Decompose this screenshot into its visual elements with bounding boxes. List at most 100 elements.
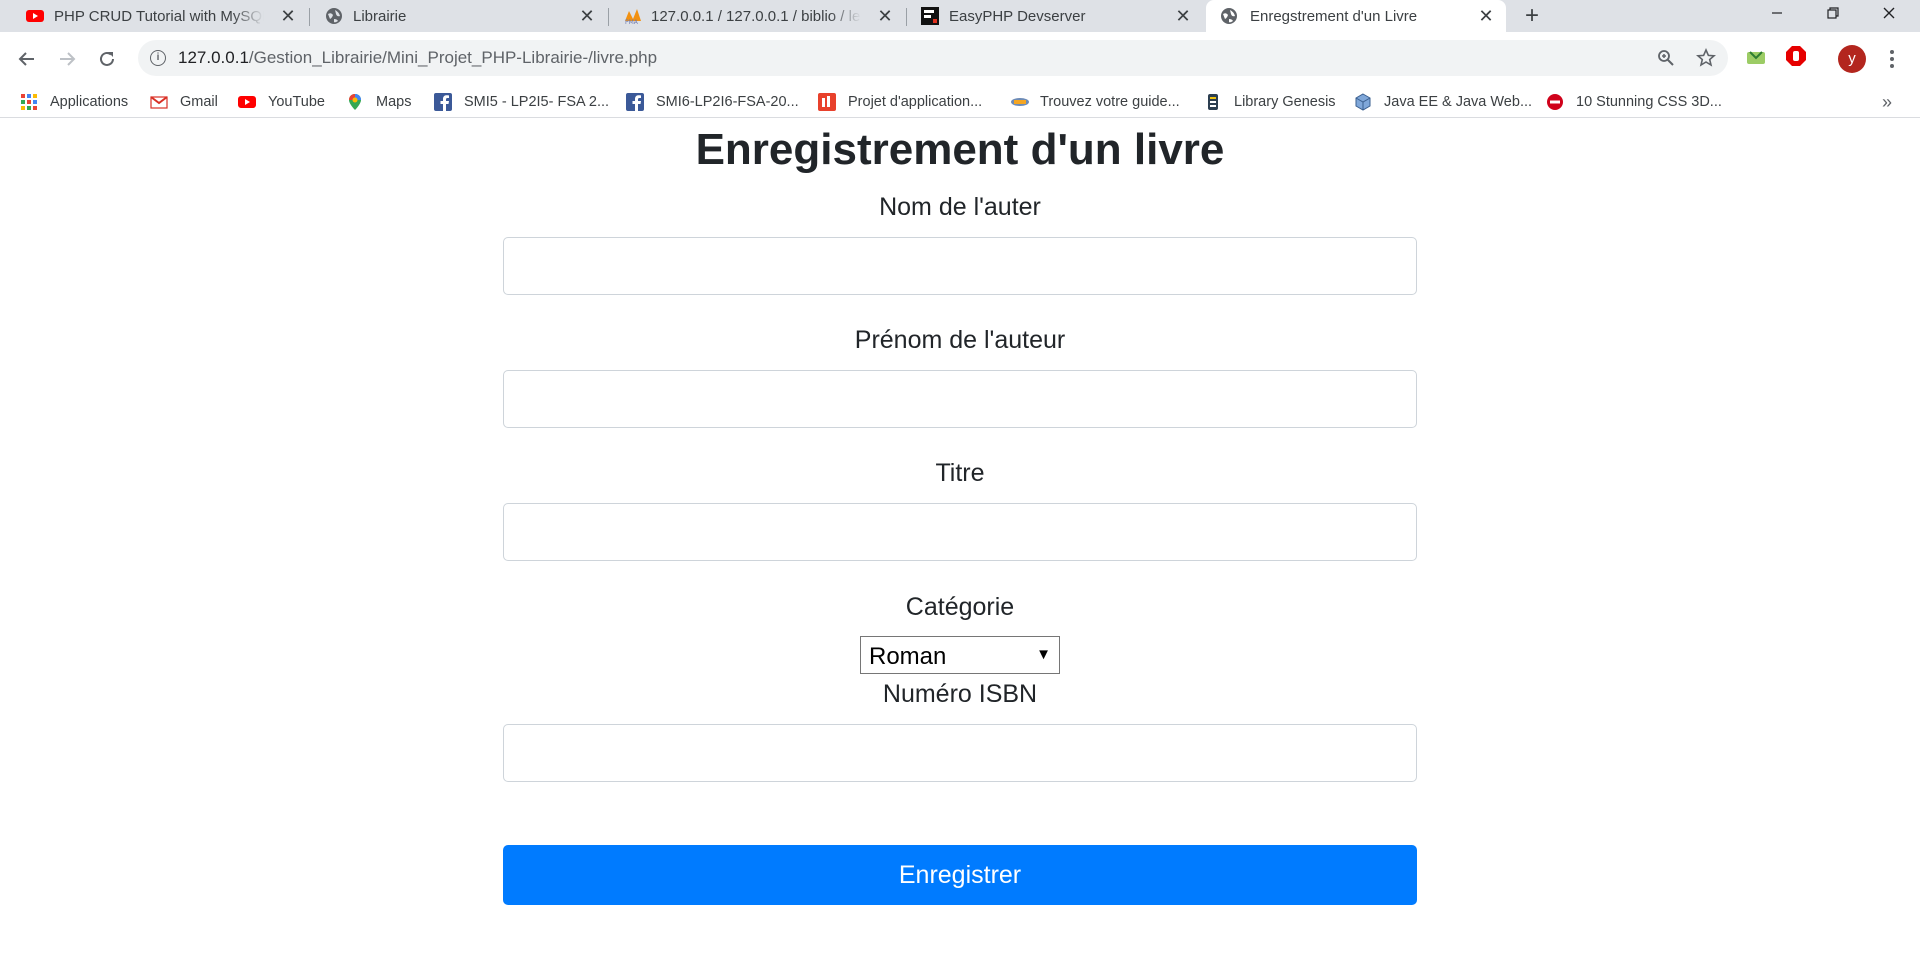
url-host: 127.0.0.1	[178, 48, 249, 67]
address-bar[interactable]: i 127.0.0.1/Gestion_Librairie/Mini_Proje…	[138, 40, 1728, 76]
minimize-button[interactable]	[1754, 0, 1800, 28]
bookmark-label: Trouvez votre guide...	[1040, 94, 1180, 110]
categorie-label: Catégorie	[905, 593, 1015, 621]
bookmark-star-icon[interactable]	[1694, 46, 1718, 70]
browser-toolbar: i 127.0.0.1/Gestion_Librairie/Mini_Proje…	[0, 32, 1920, 86]
bookmark-label: SMI6-LP2I6-FSA-20...	[656, 94, 799, 110]
extension-inbox-icon[interactable]	[1744, 44, 1770, 70]
tab-title: Librairie	[353, 7, 407, 25]
bookmark-css-3d[interactable]: 10 Stunning CSS 3D...	[1546, 86, 1722, 118]
bookmark-label: Applications	[50, 94, 129, 110]
bookmark-java-ee[interactable]: Java EE & Java Web...	[1354, 86, 1532, 118]
bookmark-applications[interactable]: Applications	[20, 86, 128, 118]
maps-pin-icon	[346, 93, 364, 111]
back-arrow-icon	[18, 52, 34, 66]
back-button[interactable]	[12, 44, 42, 74]
kebab-menu-icon	[1890, 50, 1894, 68]
red-app-icon	[818, 93, 836, 111]
minimize-icon	[1772, 12, 1782, 14]
close-icon[interactable]: ✕	[1476, 6, 1496, 26]
bookmark-trouvez-guide[interactable]: Trouvez votre guide...	[1010, 86, 1180, 118]
bookmark-label: Projet d'application...	[848, 94, 983, 110]
bookmark-library-genesis[interactable]: Library Genesis	[1204, 86, 1336, 118]
globe-icon	[1220, 7, 1238, 25]
titre-input[interactable]	[503, 503, 1417, 561]
page-title: Enregistrement d'un livre	[695, 125, 1225, 174]
bookmark-gmail[interactable]: Gmail	[150, 86, 218, 118]
tab-separator	[906, 8, 907, 26]
close-window-button[interactable]	[1866, 0, 1912, 28]
bookmark-maps[interactable]: Maps	[346, 86, 411, 118]
categorie-selected-value: Roman	[869, 643, 947, 670]
browser-menu-button[interactable]	[1880, 44, 1904, 74]
bookmark-label: Java EE & Java Web...	[1384, 94, 1533, 110]
restore-button[interactable]	[1810, 0, 1856, 28]
bookmark-label: YouTube	[268, 94, 325, 110]
zoom-icon[interactable]	[1654, 46, 1678, 70]
youtube-icon	[238, 93, 256, 111]
isbn-label: Numéro ISBN	[882, 680, 1038, 708]
tab-easyphp[interactable]: EasyPHP Devserver ✕	[921, 0, 1193, 32]
close-icon[interactable]: ✕	[278, 6, 298, 26]
bookmark-smi5[interactable]: SMI5 - LP2I5- FSA 2...	[434, 86, 609, 118]
reload-icon	[100, 51, 114, 66]
enregistrer-button[interactable]: Enregistrer	[503, 845, 1417, 905]
nom-auteur-label: Nom de l'auter	[879, 193, 1041, 221]
tab-separator	[608, 8, 609, 26]
tab-separator	[309, 8, 310, 26]
bookmarks-overflow-button[interactable]: »	[1882, 86, 1892, 118]
close-icon[interactable]: ✕	[875, 6, 895, 26]
bookmark-label: Gmail	[180, 94, 218, 110]
url-text[interactable]: 127.0.0.1/Gestion_Librairie/Mini_Projet_…	[178, 40, 657, 76]
libgen-icon	[1204, 93, 1222, 111]
browser-tabstrip: PHP CRUD Tutorial with MySQL & PHP ✕ Lib…	[0, 0, 1920, 32]
bookmark-smi6[interactable]: SMI6-LP2I6-FSA-20...	[626, 86, 799, 118]
easyphp-icon	[921, 7, 939, 25]
adblock-extension-icon[interactable]	[1784, 44, 1810, 70]
restore-icon	[1827, 7, 1839, 19]
dropdown-arrow-icon: ▼	[1036, 646, 1051, 663]
phpmyadmin-icon: PMA	[623, 7, 641, 26]
tab-phpmyadmin[interactable]: PMA 127.0.0.1 / 127.0.0.1 / biblio / lec…	[623, 0, 895, 32]
page-content: Enregistrement d'un livre Nom de l'auter…	[0, 118, 1920, 958]
bookmark-youtube[interactable]: YouTube	[238, 86, 325, 118]
svg-text:PMA: PMA	[625, 19, 639, 25]
prenom-auteur-input[interactable]	[503, 370, 1417, 428]
tab-php-crud[interactable]: PHP CRUD Tutorial with MySQL & PHP ✕	[26, 0, 298, 32]
close-icon[interactable]: ✕	[1173, 6, 1193, 26]
titre-label: Titre	[935, 459, 985, 487]
cube-icon	[1354, 93, 1372, 111]
guide-icon	[1010, 93, 1029, 111]
isbn-input[interactable]	[503, 724, 1417, 782]
tab-title: EasyPHP Devserver	[949, 7, 1086, 25]
profile-avatar[interactable]: y	[1838, 45, 1866, 73]
no-entry-icon	[1546, 93, 1564, 111]
tab-librairie[interactable]: Librairie ✕	[325, 0, 597, 32]
bookmarks-bar: Applications Gmail YouTube Maps SMI5 - L…	[0, 86, 1920, 118]
nom-auteur-input[interactable]	[503, 237, 1417, 295]
apps-grid-icon	[20, 93, 38, 111]
tab-title: 127.0.0.1 / 127.0.0.1 / biblio / lecteur	[651, 7, 861, 25]
forward-arrow-icon	[60, 52, 76, 66]
bookmark-label: Maps	[376, 94, 412, 110]
facebook-icon	[434, 93, 452, 111]
bookmark-label: Library Genesis	[1234, 94, 1336, 110]
tab-title: Enregstrement d'un Livre	[1250, 7, 1418, 25]
tab-enregistrement-livre[interactable]: Enregstrement d'un Livre ✕	[1206, 0, 1506, 32]
prenom-auteur-label: Prénom de l'auteur	[854, 326, 1066, 354]
categorie-select[interactable]: Roman ▼	[860, 636, 1060, 674]
facebook-icon	[626, 93, 644, 111]
close-icon[interactable]: ✕	[577, 6, 597, 26]
youtube-icon	[26, 7, 44, 25]
gmail-icon	[150, 93, 168, 111]
bookmark-projet-application[interactable]: Projet d'application...	[818, 86, 982, 118]
bookmark-label: SMI5 - LP2I5- FSA 2...	[464, 94, 610, 110]
url-path: /Gestion_Librairie/Mini_Projet_PHP-Libra…	[248, 48, 658, 67]
new-tab-button[interactable]: +	[1519, 4, 1545, 30]
globe-icon	[325, 7, 343, 25]
site-info-icon[interactable]: i	[150, 50, 166, 66]
forward-button[interactable]	[52, 44, 82, 74]
bookmark-label: 10 Stunning CSS 3D...	[1576, 94, 1722, 110]
reload-button[interactable]	[92, 44, 122, 74]
close-window-icon	[1883, 7, 1895, 19]
